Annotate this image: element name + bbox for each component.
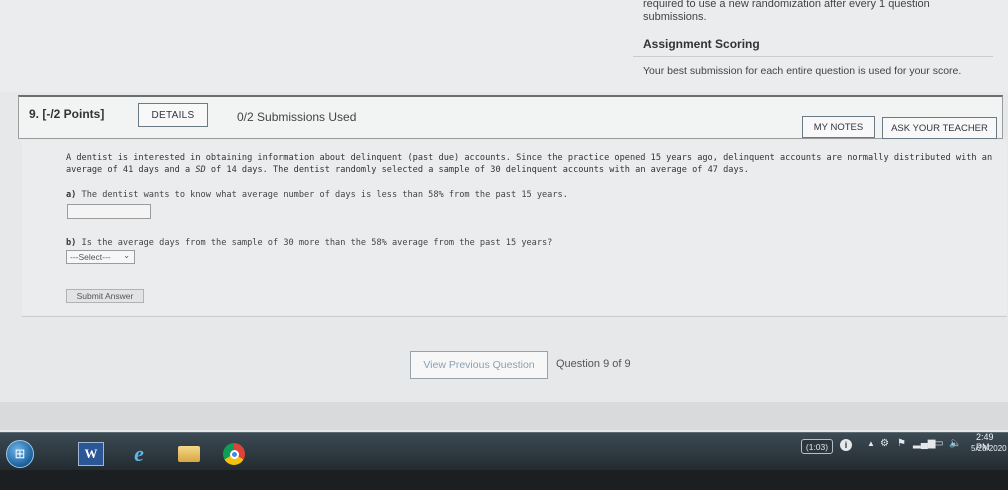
ask-your-teacher-button[interactable]: ASK YOUR TEACHER <box>882 117 997 139</box>
submit-answer-button[interactable]: Submit Answer <box>66 289 144 303</box>
question-header: 9. [-/2 Points] DETAILS 0/2 Submissions … <box>18 95 1003 139</box>
folder-icon[interactable] <box>176 442 202 466</box>
randomization-note-line1: required to use a new randomization afte… <box>643 0 930 10</box>
part-a-text: The dentist wants to know what average n… <box>76 190 568 200</box>
divider <box>633 56 993 57</box>
monitor-bottom-edge <box>0 470 1008 490</box>
top-instructions-area <box>0 0 1008 92</box>
signal-icon[interactable]: ▂▄▆ <box>913 438 935 449</box>
my-notes-button[interactable]: MY NOTES <box>802 116 875 138</box>
windows-start-icon[interactable]: ⊞ <box>6 440 34 468</box>
problem-text-part2: of 14 days. The dentist randomly selecte… <box>205 165 749 175</box>
question-body-divider <box>22 316 1007 317</box>
part-b-select-value: ---Select--- <box>70 252 111 262</box>
details-button[interactable]: DETAILS <box>138 103 208 127</box>
battery-icon[interactable]: ▭ <box>934 438 943 449</box>
view-previous-question-button[interactable]: View Previous Question <box>410 351 548 379</box>
network-tray-icon[interactable]: ⚙ <box>880 438 889 449</box>
problem-text-sd: SD <box>195 165 206 175</box>
word-icon[interactable]: W <box>78 442 104 466</box>
clock-date[interactable]: 5/28/2020 <box>971 444 1007 453</box>
randomization-note-line2: submissions. <box>643 11 707 23</box>
part-a-label: a) <box>66 190 77 200</box>
screen-bezel <box>0 402 1008 430</box>
part-a-answer-input[interactable] <box>67 204 151 219</box>
show-hidden-icons-icon[interactable]: ▲ <box>867 439 875 448</box>
internet-explorer-icon[interactable]: e <box>126 441 152 466</box>
tray-timer[interactable]: (1:03) <box>801 439 833 454</box>
part-a-prompt: a) The dentist wants to know what averag… <box>66 190 568 200</box>
taskbar: ⊞ W e (1:03) i ▲ ⚙ ⚑ ▂▄▆ ▭ 🔈 2:49 PM 5/2… <box>0 432 1008 470</box>
part-b-label: b) <box>66 238 77 248</box>
submissions-used: 0/2 Submissions Used <box>237 110 357 124</box>
info-icon[interactable]: i <box>840 439 852 451</box>
question-number: 9. [-/2 Points] <box>29 107 105 121</box>
part-b-text: Is the average days from the sample of 3… <box>76 238 553 248</box>
volume-icon[interactable]: 🔈 <box>949 438 961 449</box>
chrome-icon[interactable] <box>221 442 247 466</box>
assignment-scoring-title: Assignment Scoring <box>643 37 760 51</box>
part-b-select[interactable]: ---Select--- ⌄ <box>66 250 135 264</box>
part-b-prompt: b) Is the average days from the sample o… <box>66 238 552 248</box>
assignment-scoring-text: Your best submission for each entire que… <box>643 65 962 77</box>
problem-text: A dentist is interested in obtaining inf… <box>66 152 996 176</box>
chevron-down-icon: ⌄ <box>123 251 130 260</box>
flag-icon[interactable]: ⚑ <box>897 438 906 449</box>
question-counter: Question 9 of 9 <box>556 358 631 370</box>
